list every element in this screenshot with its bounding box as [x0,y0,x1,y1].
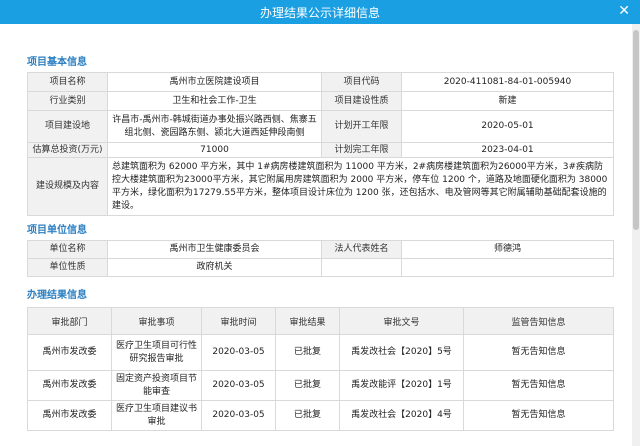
row-dept: 禹州市发改委 [27,334,112,371]
unit-name-label: 单位名称 [27,240,108,259]
close-icon[interactable]: ✕ [618,3,630,19]
finish-label: 计划完工年限 [321,142,402,158]
rep-value: 师德鸿 [401,240,614,259]
section-title-basic: 项目基本信息 [27,57,87,68]
window-title: 办理结果公示详细信息 [259,6,380,20]
row-notice: 暂无告知信息 [463,334,614,371]
row-doc: 禹发改社会【2020】5号 [339,334,464,371]
empty-cell-1 [321,258,402,277]
unit-type-value: 政府机关 [107,258,322,277]
scale-label: 建设规模及内容 [27,157,108,216]
project-name-value: 禹州市立医院建设项目 [107,72,322,92]
location-value: 许昌市-禹州市-韩城街道办事处振兴路西侧、焦寨五组北侧、瓷园路东侧、颍北大道西延… [107,110,322,143]
row-notice: 暂无告知信息 [463,370,614,401]
header-time: 审批时间 [201,307,276,335]
project-name-label: 项目名称 [27,72,108,92]
nature-label: 项目建设性质 [321,91,402,111]
results-table: 审批部门 审批事项 审批时间 审批结果 审批文号 监管告知信息 禹州市发改委 医… [27,307,614,431]
location-label: 项目建设地 [27,110,108,143]
vertical-scrollbar[interactable] [632,24,640,446]
project-code-value: 2020-411081-84-01-005940 [401,72,614,92]
row-result: 已批复 [275,334,340,371]
scale-value: 总建筑面积为 62000 平方米，其中 1#病房楼建筑面积为 11000 平方米… [107,157,614,216]
start-label: 计划开工年限 [321,110,402,143]
row-result: 已批复 [275,400,340,431]
header-item: 审批事项 [111,307,202,335]
header-doc: 审批文号 [339,307,464,335]
unit-name-value: 禹州市卫生健康委员会 [107,240,322,259]
row-result: 已批复 [275,370,340,401]
investment-value: 71000 [107,142,322,158]
window-titlebar: 办理结果公示详细信息 ✕ [0,0,640,24]
row-item: 医疗卫生项目可行性研究报告审批 [111,334,202,371]
header-dept: 审批部门 [27,307,112,335]
table-row: 禹州市发改委 固定资产投资项目节能审查 2020-03-05 已批复 禹发改能评… [27,370,614,401]
header-result: 审批结果 [275,307,340,335]
section-title-unit: 项目单位信息 [27,225,87,236]
row-doc: 禹发改社会【2020】4号 [339,400,464,431]
row-item: 医疗卫生项目建议书审批 [111,400,202,431]
rep-label: 法人代表姓名 [321,240,402,259]
industry-value: 卫生和社会工作-卫生 [107,91,322,111]
results-header-row: 审批部门 审批事项 审批时间 审批结果 审批文号 监管告知信息 [27,307,614,335]
row-notice: 暂无告知信息 [463,400,614,431]
unit-info-table: 单位名称 禹州市卫生健康委员会 法人代表姓名 师德鸿 单位性质 政府机关 [27,240,614,277]
content-area: 项目基本信息 项目名称 禹州市立医院建设项目 项目代码 2020-411081-… [0,24,640,446]
table-row: 禹州市发改委 医疗卫生项目可行性研究报告审批 2020-03-05 已批复 禹发… [27,334,614,371]
empty-cell-2 [401,258,614,277]
unit-type-label: 单位性质 [27,258,108,277]
row-doc: 禹发改能评【2020】1号 [339,370,464,401]
table-row: 禹州市发改委 医疗卫生项目建议书审批 2020-03-05 已批复 禹发改社会【… [27,400,614,431]
row-dept: 禹州市发改委 [27,370,112,401]
section-title-results: 办理结果信息 [27,290,87,301]
row-dept: 禹州市发改委 [27,400,112,431]
row-time: 2020-03-05 [201,400,276,431]
basic-info-table: 项目名称 禹州市立医院建设项目 项目代码 2020-411081-84-01-0… [27,72,614,216]
header-notice: 监管告知信息 [463,307,614,335]
project-code-label: 项目代码 [321,72,402,92]
row-time: 2020-03-05 [201,370,276,401]
start-value: 2020-05-01 [401,110,614,143]
finish-value: 2023-04-01 [401,142,614,158]
row-time: 2020-03-05 [201,334,276,371]
nature-value: 新建 [401,91,614,111]
scrollbar-thumb[interactable] [633,30,639,230]
row-item: 固定资产投资项目节能审查 [111,370,202,401]
industry-label: 行业类别 [27,91,108,111]
investment-label: 估算总投资(万元) [27,142,108,158]
